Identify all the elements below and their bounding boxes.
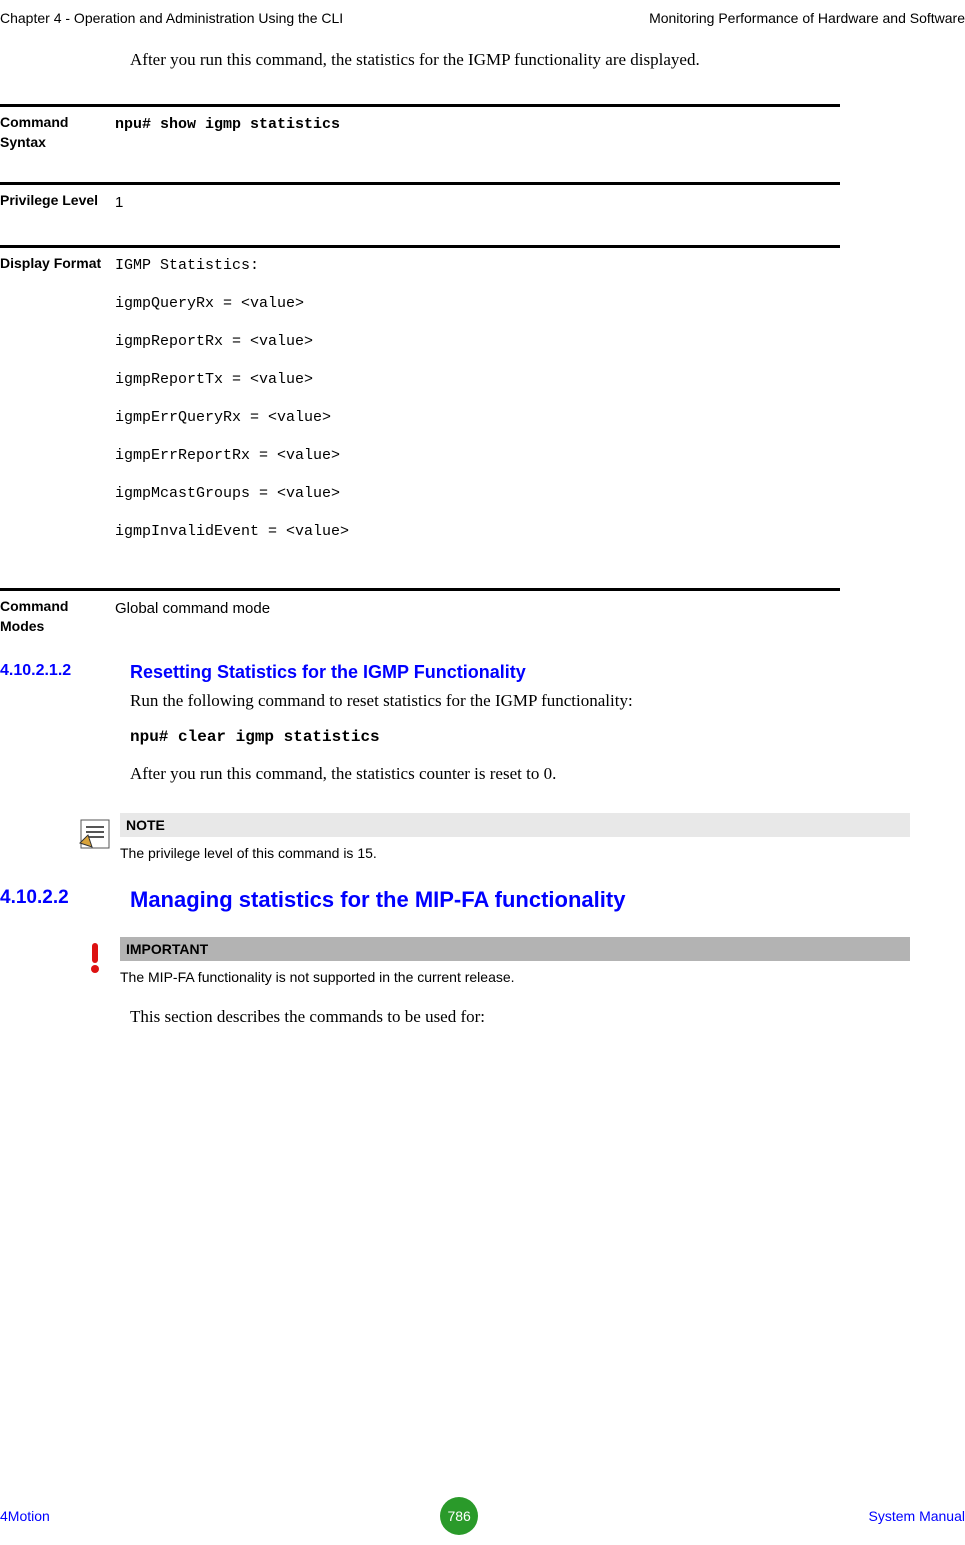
display-line: igmpInvalidEvent = <value> — [115, 520, 965, 544]
display-line: igmpReportTx = <value> — [115, 368, 965, 392]
definition-command-modes: Command Modes Global command mode — [0, 588, 965, 636]
section-heading: 4.10.2.1.2 Resetting Statistics for the … — [0, 662, 965, 683]
display-line: igmpMcastGroups = <value> — [115, 482, 965, 506]
display-line: igmpQueryRx = <value> — [115, 292, 965, 316]
note-callout: NOTE The privilege level of this command… — [70, 813, 910, 861]
def-label: Command Syntax — [0, 113, 115, 152]
note-icon — [70, 813, 120, 851]
paragraph: Run the following command to reset stati… — [130, 687, 910, 716]
footer-left: 4Motion — [0, 1508, 50, 1524]
header-right: Monitoring Performance of Hardware and S… — [649, 10, 965, 26]
def-value: IGMP Statistics: igmpQueryRx = <value> i… — [115, 254, 965, 558]
page-footer: 4Motion 786 System Manual — [0, 1497, 965, 1535]
important-text: The MIP-FA functionality is not supporte… — [120, 961, 910, 985]
def-label: Command Modes — [0, 597, 115, 636]
display-line: igmpReportRx = <value> — [115, 330, 965, 354]
important-icon — [70, 937, 120, 975]
display-line: igmpErrQueryRx = <value> — [115, 406, 965, 430]
def-label: Display Format — [0, 254, 115, 274]
def-value: npu# show igmp statistics — [115, 113, 965, 137]
important-callout: IMPORTANT The MIP-FA functionality is no… — [70, 937, 910, 985]
section-heading: 4.10.2.2 Managing statistics for the MIP… — [0, 887, 965, 913]
def-value: Global command mode — [115, 597, 965, 621]
footer-right: System Manual — [869, 1508, 965, 1524]
important-title: IMPORTANT — [120, 937, 910, 961]
paragraph: After you run this command, the statisti… — [130, 760, 910, 789]
definition-display-format: Display Format IGMP Statistics: igmpQuer… — [0, 245, 965, 558]
header-left: Chapter 4 - Operation and Administration… — [0, 10, 343, 26]
note-text: The privilege level of this command is 1… — [120, 837, 910, 861]
command-example: npu# clear igmp statistics — [130, 728, 965, 746]
closing-paragraph: This section describes the commands to b… — [130, 1003, 910, 1032]
def-value: 1 — [115, 191, 965, 215]
section-title: Resetting Statistics for the IGMP Functi… — [130, 662, 526, 683]
section-title: Managing statistics for the MIP-FA funct… — [130, 887, 625, 913]
note-title: NOTE — [120, 813, 910, 837]
section-number: 4.10.2.2 — [0, 887, 130, 909]
display-line: igmpErrReportRx = <value> — [115, 444, 965, 468]
definition-command-syntax: Command Syntax npu# show igmp statistics — [0, 104, 965, 152]
section-number: 4.10.2.1.2 — [0, 662, 130, 680]
display-line: IGMP Statistics: — [115, 254, 965, 278]
definition-privilege-level: Privilege Level 1 — [0, 182, 965, 215]
page-header: Chapter 4 - Operation and Administration… — [0, 10, 965, 46]
def-label: Privilege Level — [0, 191, 115, 211]
page-number-badge: 786 — [440, 1497, 478, 1535]
intro-paragraph: After you run this command, the statisti… — [130, 46, 910, 74]
